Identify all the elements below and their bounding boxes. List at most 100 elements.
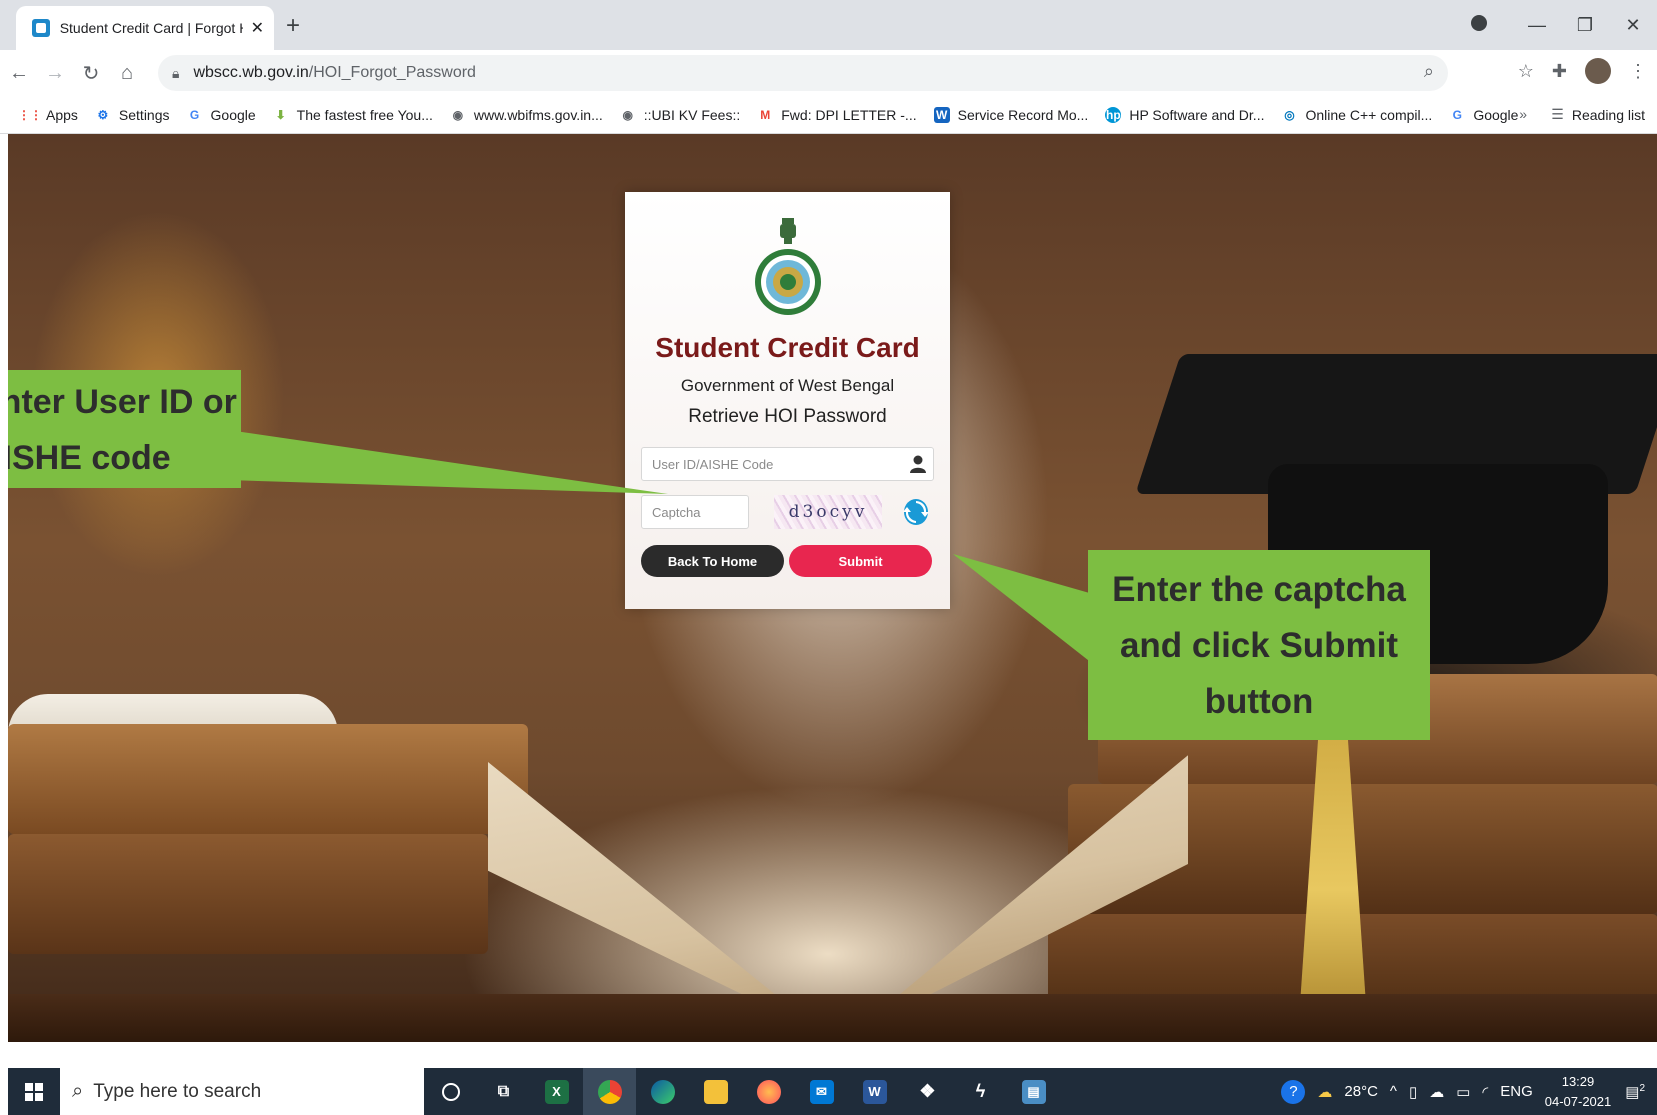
search-icon: ⌕	[72, 1080, 84, 1102]
window-controls: — ❐ ✕	[1465, 0, 1657, 50]
bookmark-label: www.wbifms.gov.in...	[473, 106, 603, 123]
globe-icon: ◉	[622, 107, 633, 122]
reading-list-button[interactable]: ☰ Reading list	[1551, 106, 1645, 123]
word-icon: W	[933, 106, 950, 123]
bookmark-hp-software[interactable]: hp HP Software and Dr...	[1105, 106, 1265, 123]
taskbar-excel[interactable]: X	[530, 1068, 583, 1115]
language-indicator[interactable]: ENG	[1500, 1083, 1533, 1100]
menu-kebab-icon[interactable]: ⋮	[1629, 61, 1647, 82]
refresh-captcha-icon[interactable]	[903, 498, 929, 526]
table-surface-decoration	[8, 994, 1657, 1042]
bookmark-google-2[interactable]: G Google	[1449, 107, 1519, 123]
bookmark-label: Online C++ compil...	[1305, 106, 1433, 123]
taskbar-mail[interactable]: ✉	[795, 1068, 848, 1115]
wifi-icon[interactable]: ◜	[1482, 1083, 1488, 1101]
callout-pointer-left	[228, 430, 668, 494]
browser-tab-active[interactable]: Student Credit Card | Forgot HOI ✕	[16, 6, 274, 50]
taskbar-chrome[interactable]	[583, 1068, 636, 1115]
more-bookmarks-chevron-icon[interactable]: »	[1519, 106, 1527, 122]
taskbar-search-box[interactable]: ⌕ Type here to search	[60, 1068, 424, 1115]
bookmark-dpi-letter[interactable]: M Fwd: DPI LETTER -...	[757, 107, 916, 123]
retrieve-password-card: Student Credit Card Government of West B…	[625, 192, 950, 609]
cortana-circle-icon	[441, 1082, 460, 1101]
home-icon[interactable]: ⌂	[110, 62, 144, 85]
clock[interactable]: 13:29 04-07-2021	[1545, 1072, 1612, 1112]
submit-button[interactable]: Submit	[789, 545, 932, 577]
bookmark-star-icon[interactable]: ☆	[1518, 61, 1534, 82]
close-window-button[interactable]: ✕	[1609, 15, 1657, 36]
bookmark-label: Service Record Mo...	[957, 106, 1089, 123]
taskbar-app-bolt[interactable]: ϟ	[954, 1068, 1007, 1115]
profile-indicator-icon[interactable]	[1465, 14, 1513, 36]
system-tray: ? ☁ 28°C ^ ▯ ☁ ▭ ◜ ENG 13:29 04-07-2021 …	[1281, 1068, 1657, 1115]
reading-list-label: Reading list	[1571, 106, 1645, 123]
tab-title: Student Credit Card | Forgot HOI	[59, 20, 243, 36]
page-subtitle: Government of West Bengal	[680, 376, 895, 395]
user-icon	[910, 455, 926, 473]
weather-temperature[interactable]: 28°C	[1344, 1083, 1378, 1100]
zoom-icon[interactable]: ⌕	[1424, 61, 1434, 82]
restore-button[interactable]: ❐	[1561, 15, 1609, 36]
annotation-text: button	[1204, 682, 1314, 721]
taskbar-file-explorer[interactable]	[689, 1068, 742, 1115]
cortana-button[interactable]	[424, 1068, 477, 1115]
bookmark-online-cpp[interactable]: ◎ Online C++ compil...	[1281, 107, 1432, 123]
task-view-button[interactable]: ⧉	[477, 1068, 530, 1115]
bookmark-apps[interactable]: ⋮⋮ Apps	[18, 107, 78, 123]
reload-icon[interactable]: ↻	[74, 61, 108, 86]
annotation-text: AISHE code	[8, 439, 171, 477]
bookmark-label: Fwd: DPI LETTER -...	[781, 106, 917, 123]
search-placeholder: Type here to search	[93, 1080, 262, 1102]
callout-pointer-right	[953, 554, 1093, 664]
help-icon[interactable]: ?	[1281, 1079, 1306, 1104]
google-icon: G	[1452, 107, 1462, 122]
extensions-puzzle-icon[interactable]: ✚	[1552, 61, 1567, 82]
minimize-button[interactable]: —	[1513, 15, 1561, 36]
battery-icon[interactable]: ▯	[1409, 1083, 1417, 1101]
forward-arrow-icon[interactable]: →	[38, 62, 72, 85]
captcha-image: d3ocyv	[774, 495, 882, 529]
annotation-callout-captcha: Enter the captcha and click Submit butto…	[1088, 550, 1430, 740]
url-host: wbscc.wb.gov.in	[193, 64, 309, 81]
profile-avatar[interactable]	[1585, 58, 1611, 84]
taskbar-word[interactable]: W	[848, 1068, 901, 1115]
bookmark-wbifms[interactable]: ◉ www.wbifms.gov.in...	[450, 107, 603, 123]
windows-taskbar: ⌕ Type here to search ⧉ X ✉ W ❖ ϟ ▤ ? ☁ …	[8, 1068, 1657, 1115]
network-drive-icon: ▤	[1021, 1079, 1046, 1104]
back-to-home-button[interactable]: Back To Home	[641, 545, 784, 577]
chevron-up-icon[interactable]: ^	[1390, 1083, 1397, 1100]
taskbar-dropbox[interactable]: ❖	[901, 1068, 954, 1115]
bookmark-ubi-kv-fees[interactable]: ◉ ::UBI KV Fees::	[620, 107, 741, 123]
bookmark-label: The fastest free You...	[296, 106, 433, 123]
edge-icon	[650, 1079, 675, 1104]
bookmark-google[interactable]: G Google	[187, 107, 256, 123]
bookmark-label: HP Software and Dr...	[1129, 106, 1265, 123]
toolbar-actions: ☆ ✚ ⋮	[1518, 58, 1647, 84]
new-tab-button[interactable]: +	[286, 12, 300, 40]
taskbar-edge[interactable]	[636, 1068, 689, 1115]
lock-icon[interactable]: 🔒︎	[172, 65, 179, 82]
bookmark-settings[interactable]: ⚙ Settings	[95, 107, 170, 123]
tab-close-icon[interactable]: ✕	[251, 18, 264, 38]
address-bar[interactable]: 🔒︎ wbscc.wb.gov.in /HOI_Forgot_Password …	[158, 55, 1448, 91]
start-button[interactable]	[8, 1068, 60, 1115]
back-arrow-icon[interactable]: ←	[2, 62, 36, 85]
west-bengal-emblem-icon	[755, 218, 821, 315]
gmail-icon: M	[760, 107, 771, 122]
display-icon[interactable]: ▭	[1456, 1083, 1470, 1101]
annotation-text: Enter User ID or	[8, 383, 237, 421]
bookmark-label: Google	[210, 106, 256, 123]
annotation-callout-userid: Enter User ID or AISHE code	[8, 370, 241, 488]
word-icon: W	[862, 1079, 887, 1104]
bookmark-label: Settings	[118, 106, 170, 123]
taskbar-firefox[interactable]	[742, 1068, 795, 1115]
weather-icon[interactable]: ☁	[1317, 1083, 1332, 1101]
onedrive-cloud-icon[interactable]: ☁	[1429, 1083, 1444, 1101]
notification-center-icon[interactable]: ▤2	[1625, 1083, 1645, 1101]
taskbar-app-network[interactable]: ▤	[1007, 1068, 1060, 1115]
bookmark-service-record[interactable]: W Service Record Mo...	[933, 106, 1089, 123]
download-arrow-icon: ⬇	[275, 107, 286, 122]
book-stack-left-decoration	[8, 724, 528, 834]
bookmark-fastest-free[interactable]: ⬇ The fastest free You...	[273, 107, 433, 123]
hp-icon: hp	[1105, 106, 1122, 123]
